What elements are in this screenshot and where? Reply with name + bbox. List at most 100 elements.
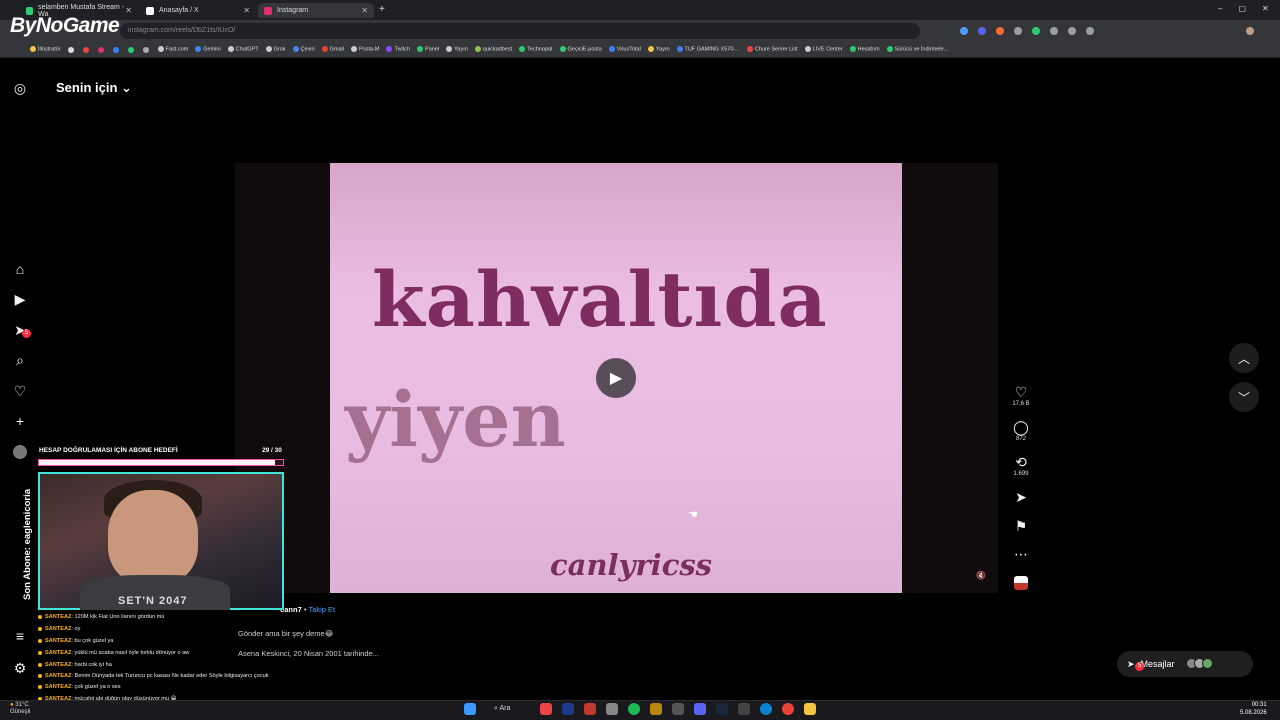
bookmark-item[interactable]: Yayın xyxy=(647,46,670,53)
app-icon[interactable] xyxy=(738,703,750,715)
bookmarks-bar: İllüstratör Fast.com Gemini ChatGPT Grok… xyxy=(0,42,1280,58)
bookmark-item[interactable]: Hesabım xyxy=(849,46,880,53)
like-button[interactable]: ♡ 17,6 B xyxy=(1009,384,1033,407)
extension-icon[interactable] xyxy=(960,27,968,35)
maximize-button[interactable]: ▢ xyxy=(1238,4,1246,13)
play-button[interactable]: ▶ xyxy=(596,358,636,398)
extension-icon[interactable] xyxy=(1068,27,1076,35)
photoshop-icon[interactable] xyxy=(562,703,574,715)
threads-icon[interactable]: ⚙ xyxy=(12,660,28,676)
extension-icon[interactable] xyxy=(1014,27,1022,35)
tab-x[interactable]: Anasayfa / X ✕ xyxy=(140,3,256,18)
bookmark-icon[interactable] xyxy=(127,46,134,53)
share-button[interactable]: ➤ xyxy=(1009,489,1033,505)
create-icon[interactable]: + xyxy=(12,413,28,429)
bookmark-item[interactable]: Gemini xyxy=(195,46,221,53)
bookmark-item[interactable]: VirusTotal xyxy=(608,46,641,53)
bookmark-item[interactable]: LIVE Center xyxy=(804,46,843,53)
bookmark-item[interactable]: Sürücü ve İndirmele... xyxy=(886,46,948,53)
bookmark-item[interactable]: Çeviri xyxy=(292,46,315,53)
sun-icon: ● xyxy=(10,702,14,708)
repost-button[interactable]: ⟲ 1.699 xyxy=(1009,454,1033,477)
app-icon[interactable] xyxy=(650,703,662,715)
goal-progress-fill xyxy=(39,460,275,465)
chat-message: SANTEAZ: Benim Dünyada tek Turuncu pc ka… xyxy=(38,671,288,681)
windows-start-icon[interactable] xyxy=(464,703,476,715)
notification-badge: 5 xyxy=(22,329,31,338)
menu-icon[interactable]: ≡ xyxy=(12,628,28,644)
instagram-icon[interactable]: ◎ xyxy=(12,80,28,96)
search-icon[interactable]: ⌕ xyxy=(12,352,28,368)
repost-icon: ⟲ xyxy=(1015,454,1027,470)
app-icon[interactable] xyxy=(672,703,684,715)
profile-avatar[interactable] xyxy=(1246,27,1254,35)
avatar[interactable] xyxy=(13,445,27,459)
heart-icon[interactable]: ♡ xyxy=(12,383,28,399)
close-window-button[interactable]: ✕ xyxy=(1262,4,1269,13)
edge-icon[interactable] xyxy=(760,703,772,715)
extension-icon[interactable] xyxy=(1032,27,1040,35)
app-icon[interactable] xyxy=(584,703,596,715)
save-button[interactable]: ⚑ xyxy=(1009,518,1033,534)
address-bar[interactable]: instagram.com/reels/DbZ1ts/tUcO/ xyxy=(120,23,920,39)
bookmark-item[interactable]: Gmail xyxy=(321,46,344,53)
steam-icon[interactable] xyxy=(716,703,728,715)
chrome-icon[interactable] xyxy=(782,703,794,715)
video-text-line2: yiyen xyxy=(345,375,566,464)
stream-chat: SANTEAZ: 120M kik Fiat Uno ilanını gördü… xyxy=(38,611,288,705)
bookmark-item[interactable]: TUF GAMING X570-... xyxy=(676,46,740,53)
minimize-button[interactable]: – xyxy=(1218,4,1222,13)
close-icon[interactable]: ✕ xyxy=(361,6,368,15)
next-reel-button[interactable]: ﹀ xyxy=(1229,382,1259,412)
app-icon[interactable] xyxy=(606,703,618,715)
mute-icon[interactable]: 🔇 xyxy=(976,571,986,580)
bookmark-item[interactable]: İllüstratör xyxy=(30,46,61,53)
chat-message: SANTEAZ: çok güzel ya o ses xyxy=(38,681,288,693)
tab-instagram[interactable]: Instagram ✕ xyxy=(258,3,374,18)
new-tab-button[interactable]: + xyxy=(379,4,385,15)
bookmark-icon: ⚑ xyxy=(1014,518,1028,534)
goal-title: HESAP DOĞRULAMASI İÇİN ABONE HEDEFİ xyxy=(39,447,178,454)
extension-icon[interactable] xyxy=(1050,27,1058,35)
bookmark-icon[interactable] xyxy=(67,46,74,53)
system-clock[interactable]: 00:31 5.08.2026 xyxy=(1240,701,1267,717)
comment-button[interactable]: ◯ 872 xyxy=(1009,419,1033,442)
feed-selector[interactable]: Senin için ⌄ xyxy=(56,80,132,96)
bookmark-item[interactable]: ChatGPT xyxy=(227,46,259,53)
send-icon: ➤ xyxy=(1015,489,1027,505)
taskbar-search[interactable]: ⌕ Ara xyxy=(494,702,534,716)
file-explorer-icon[interactable] xyxy=(804,703,816,715)
bookmark-icon[interactable] xyxy=(112,46,119,53)
more-button[interactable]: ⋯ xyxy=(1009,546,1033,562)
bookmark-icon[interactable] xyxy=(142,46,149,53)
message-avatars xyxy=(1185,657,1213,671)
chat-message: SANTEAZ: oy xyxy=(38,623,288,635)
spotify-icon[interactable] xyxy=(628,703,640,715)
bookmark-item[interactable]: Panel xyxy=(417,46,439,53)
bookmark-icon[interactable] xyxy=(82,46,89,53)
bookmark-item[interactable]: Twitch xyxy=(386,46,410,53)
weather-widget[interactable]: ● 31°C Güneşli xyxy=(10,702,30,716)
instagram-icon xyxy=(264,6,272,15)
bookmark-item[interactable]: GeçiciE-posta xyxy=(559,46,602,53)
audio-thumbnail[interactable] xyxy=(1014,576,1028,590)
bookmark-item[interactable]: Chure Server List xyxy=(746,46,798,53)
discord-icon[interactable] xyxy=(694,703,706,715)
bookmark-item[interactable]: quickadbest xyxy=(474,46,512,53)
previous-reel-button[interactable]: ︿ xyxy=(1229,343,1259,373)
bookmark-item[interactable]: Yayın xyxy=(446,46,468,53)
follow-button[interactable]: Takip Et xyxy=(308,605,335,614)
extension-icon[interactable] xyxy=(978,27,986,35)
extension-icon[interactable] xyxy=(996,27,1004,35)
close-icon[interactable]: ✕ xyxy=(125,6,132,15)
bookmark-item[interactable]: Technopat xyxy=(519,46,553,53)
bookmark-item[interactable]: Grok xyxy=(265,46,286,53)
reels-icon[interactable]: ▶ xyxy=(12,291,28,307)
bookmark-icon[interactable] xyxy=(97,46,104,53)
close-icon[interactable]: ✕ xyxy=(243,6,250,15)
bookmark-item[interactable]: Posta-M xyxy=(350,46,379,53)
home-icon[interactable]: ⌂ xyxy=(12,261,28,277)
app-icon[interactable] xyxy=(540,703,552,715)
bookmark-item[interactable]: Fast.com xyxy=(157,46,188,53)
extension-icon[interactable] xyxy=(1086,27,1094,35)
